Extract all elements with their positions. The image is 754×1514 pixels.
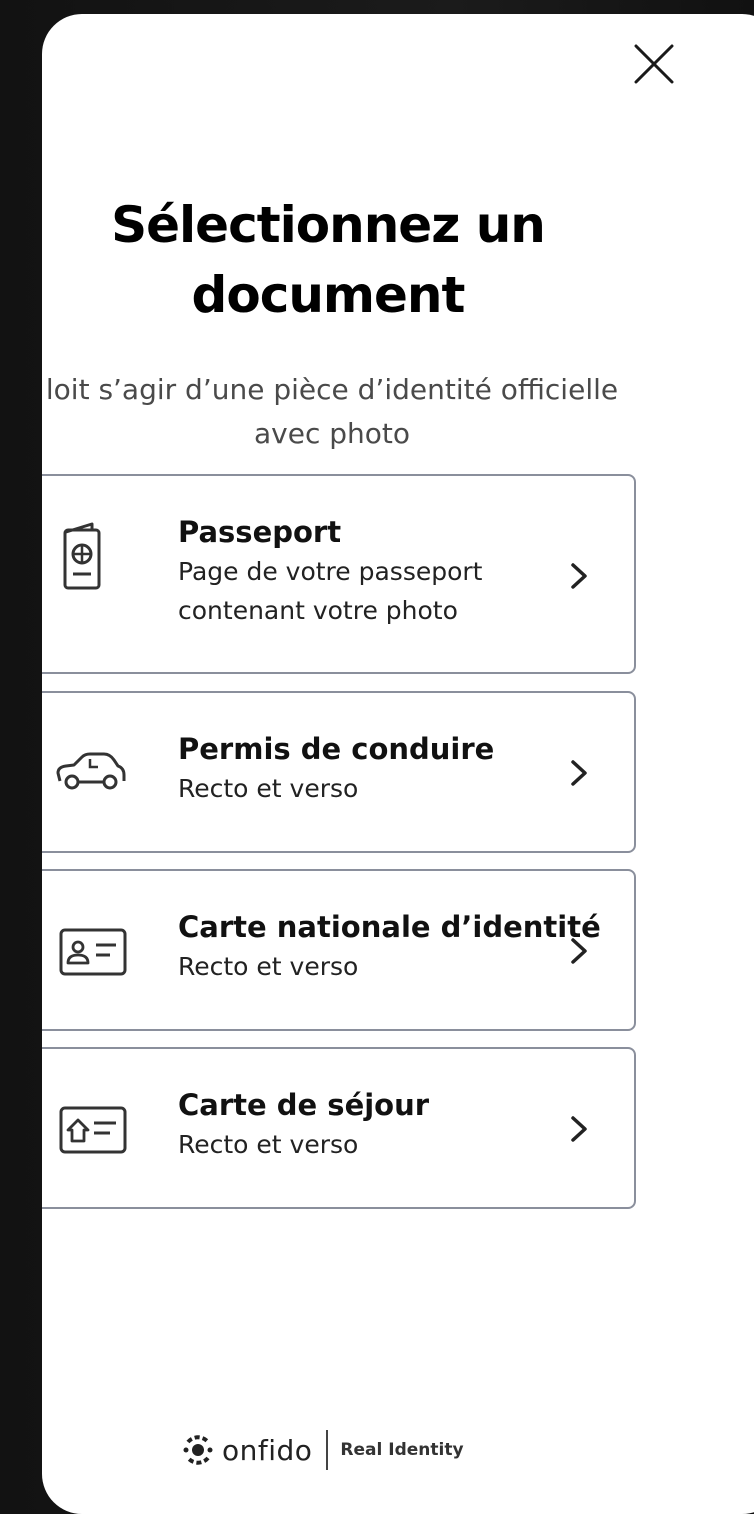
- chevron-right-icon: [568, 937, 592, 965]
- close-icon: [634, 44, 674, 84]
- onfido-logo: onfido: [182, 1434, 312, 1467]
- brand-name: onfido: [222, 1433, 313, 1467]
- document-option-driving-licence[interactable]: Permis de conduire Recto et verso: [42, 691, 636, 853]
- chevron-right-icon: [568, 1115, 592, 1143]
- footer-divider: [326, 1430, 329, 1470]
- document-name: Carte de séjour: [178, 1088, 430, 1122]
- car-icon: [54, 751, 126, 791]
- id-card-icon: [58, 927, 128, 977]
- document-description-line-1: Page de votre passeport: [178, 557, 483, 586]
- document-option-driving-licence-text: Permis de conduire Recto et verso: [178, 729, 578, 808]
- residence-card-icon: [58, 1105, 128, 1155]
- document-description-line-1: Recto et verso: [178, 774, 359, 803]
- page-title-line-2: document: [191, 266, 466, 324]
- document-description-line-1: Recto et verso: [178, 1130, 359, 1159]
- page-title: Sélectionnez un document: [42, 190, 614, 330]
- document-description-line-2: contenant votre photo: [178, 596, 458, 625]
- close-button[interactable]: [630, 40, 678, 88]
- document-selection-modal: Sélectionnez un document loit s’agir d’u…: [42, 14, 754, 1514]
- document-name: Permis de conduire: [178, 732, 495, 766]
- chevron-right-icon: [568, 562, 592, 590]
- document-option-passport-text: Passeport Page de votre passeport conten…: [178, 512, 578, 630]
- passport-icon: [62, 520, 102, 592]
- document-option-residence-card[interactable]: Carte de séjour Recto et verso: [42, 1047, 636, 1209]
- document-description-line-1: Recto et verso: [178, 952, 359, 981]
- chevron-right-icon: [568, 759, 592, 787]
- page-title-line-1: Sélectionnez un: [111, 196, 546, 254]
- document-option-national-id-text: Carte nationale d’identité Recto et vers…: [178, 907, 601, 986]
- page-subtitle-line-1: loit s’agir d’une pièce d’identité offic…: [45, 373, 619, 406]
- page-subtitle: loit s’agir d’une pièce d’identité offic…: [42, 368, 662, 456]
- footer-branding: onfido Real Identity: [182, 1428, 464, 1472]
- document-name: Carte nationale d’identité: [178, 910, 601, 944]
- onfido-logo-icon: [183, 1435, 213, 1465]
- brand-tagline: Real Identity: [340, 1440, 464, 1460]
- document-option-residence-card-text: Carte de séjour Recto et verso: [178, 1085, 578, 1164]
- document-option-national-id[interactable]: Carte nationale d’identité Recto et vers…: [42, 869, 636, 1031]
- document-name: Passeport: [178, 515, 342, 549]
- page-subtitle-line-2: avec photo: [253, 417, 410, 450]
- document-option-passport[interactable]: Passeport Page de votre passeport conten…: [42, 474, 636, 674]
